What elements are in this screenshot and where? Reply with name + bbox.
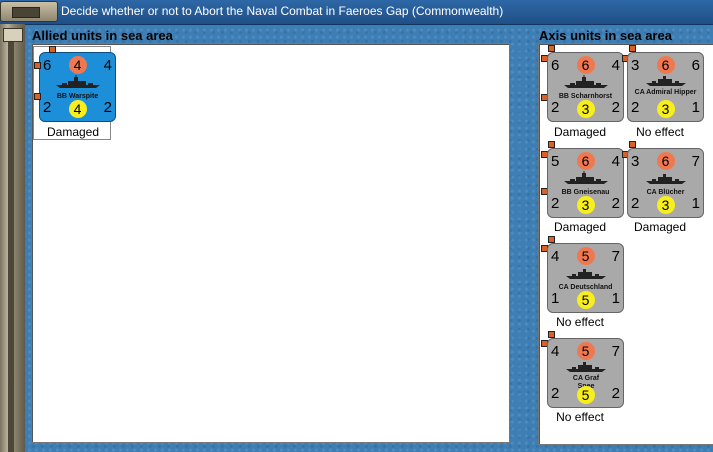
defense-circle: 4	[68, 100, 87, 118]
unit-counter-deutschland[interactable]: 4 7 5 CA Deutschland 1 5 1	[547, 243, 624, 313]
warship-icon	[646, 174, 686, 184]
unit-counter-admiral-hipper[interactable]: 3 6 6 CA Admiral Hipper 2 3 1	[627, 52, 704, 122]
warship-icon	[566, 362, 606, 372]
flag-marker-icon	[629, 141, 636, 148]
unit-stat: 1	[691, 99, 700, 116]
unit-stat: 7	[611, 343, 620, 360]
axis-heading: Axis units in sea area	[539, 28, 672, 43]
attack-circle: 4	[68, 56, 87, 74]
unit-stat: 1	[551, 290, 560, 307]
unit-stat: 4	[611, 57, 620, 74]
flag-marker-icon	[49, 46, 56, 53]
unit-name: CA Admiral Hipper	[634, 89, 697, 96]
unit-counter-blucher[interactable]: 3 7 6 CA Blücher 2 3 1	[627, 148, 704, 218]
flag-marker-icon	[548, 45, 555, 52]
flag-marker-icon	[548, 331, 555, 338]
unit-stat: 2	[551, 385, 560, 402]
flag-marker-icon	[34, 93, 41, 100]
attack-circle: 5	[576, 247, 595, 265]
unit-stat: 4	[103, 57, 112, 74]
defense-circle: 3	[656, 196, 675, 214]
warship-icon	[56, 75, 100, 88]
warship-icon	[646, 76, 686, 86]
unit-stat: 2	[43, 99, 52, 116]
flag-marker-icon	[548, 236, 555, 243]
flag-marker-icon	[34, 62, 41, 69]
defense-circle: 5	[576, 291, 595, 309]
left-frame	[0, 24, 25, 452]
unit-stat: 2	[631, 195, 640, 212]
unit-stat: 3	[631, 153, 640, 170]
defense-circle: 3	[656, 100, 675, 118]
flag-marker-icon	[629, 45, 636, 52]
unit-stat: 4	[551, 248, 560, 265]
unit-status: Damaged	[46, 125, 100, 139]
unit-stat: 2	[611, 195, 620, 212]
attack-circle: 6	[656, 56, 675, 74]
title-bar: Decide whether or not to Abort the Naval…	[0, 0, 713, 25]
unit-stat: 2	[631, 99, 640, 116]
attack-circle: 6	[576, 152, 595, 170]
unit-stat: 2	[611, 385, 620, 402]
flag-marker-icon	[548, 141, 555, 148]
unit-stat: 4	[611, 153, 620, 170]
unit-stat: 5	[551, 153, 560, 170]
unit-stat: 4	[551, 343, 560, 360]
unit-stat: 6	[551, 57, 560, 74]
warship-icon	[566, 269, 606, 279]
unit-stat: 1	[691, 195, 700, 212]
allied-heading: Allied units in sea area	[32, 28, 173, 43]
unit-status: No effect	[556, 410, 604, 424]
frame-rail	[8, 42, 14, 452]
attack-circle: 6	[576, 56, 595, 74]
unit-stat: 6	[43, 57, 52, 74]
unit-counter-scharnhorst[interactable]: 6 4 6 BB Scharnhorst 2 3 2	[547, 52, 624, 122]
unit-status: No effect	[556, 315, 604, 329]
unit-counter-graf-spee[interactable]: 4 7 5 CA Graf Spee 2 5 2	[547, 338, 624, 408]
unit-stat: 2	[551, 99, 560, 116]
unit-status: Damaged	[553, 220, 607, 234]
menu-button[interactable]	[0, 1, 58, 22]
unit-stat: 7	[691, 153, 700, 170]
unit-status: Damaged	[633, 220, 687, 234]
unit-counter-gneisenau[interactable]: 5 4 6 BB Gneisenau 2 3 2	[547, 148, 624, 218]
defense-circle: 3	[576, 100, 595, 118]
unit-stat: 6	[691, 57, 700, 74]
unit-status: No effect	[636, 125, 684, 139]
unit-stat: 2	[551, 195, 560, 212]
window-title: Decide whether or not to Abort the Naval…	[61, 4, 504, 18]
attack-circle: 6	[656, 152, 675, 170]
warship-icon	[564, 75, 608, 88]
frame-cap	[3, 28, 23, 42]
unit-stat: 7	[611, 248, 620, 265]
unit-status: Damaged	[553, 125, 607, 139]
unit-counter-warspite[interactable]: 6 4 4 BB Warspite 2 4 2	[39, 52, 116, 122]
menu-icon	[12, 7, 40, 18]
unit-stat: 1	[611, 290, 620, 307]
unit-stat: 2	[611, 99, 620, 116]
defense-circle: 3	[576, 196, 595, 214]
unit-stat: 3	[631, 57, 640, 74]
defense-circle: 5	[576, 386, 595, 404]
attack-circle: 5	[576, 342, 595, 360]
warship-icon	[564, 171, 608, 184]
unit-stat: 2	[103, 99, 112, 116]
